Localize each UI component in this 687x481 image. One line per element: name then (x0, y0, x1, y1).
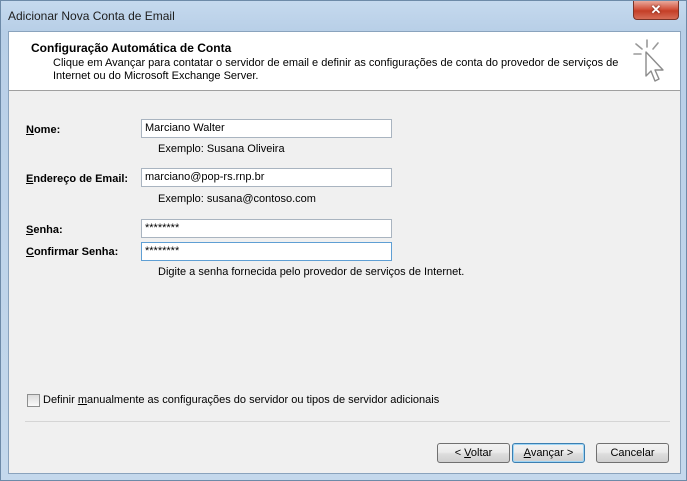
separator (25, 421, 670, 422)
name-label: Nome: (26, 124, 61, 136)
dialog-window: Adicionar Nova Conta de Email ✕ Configur… (0, 0, 687, 481)
window-title: Adicionar Nova Conta de Email (8, 9, 175, 23)
email-example: Exemplo: susana@contoso.com (158, 193, 316, 205)
password-hint: Digite a senha fornecida pelo provedor d… (158, 266, 465, 278)
password-label: Senha: (26, 224, 63, 236)
name-input[interactable]: Marciano Walter (141, 119, 392, 138)
close-button[interactable]: ✕ (633, 1, 679, 20)
password-input[interactable]: ******** (141, 219, 392, 238)
header-description: Clique em Avançar para contatar o servid… (53, 57, 619, 82)
back-button[interactable]: < Voltar (437, 443, 510, 463)
cursor-sparkle-icon (633, 39, 664, 82)
manual-config-checkbox[interactable] (27, 394, 40, 407)
name-example: Exemplo: Susana Oliveira (158, 143, 285, 155)
title-bar[interactable]: Adicionar Nova Conta de Email ✕ (1, 1, 686, 31)
confirm-password-label: Confirmar Senha: (26, 246, 119, 258)
confirm-password-input[interactable]: ******** (141, 242, 392, 261)
manual-config-label[interactable]: Definir manualmente as configurações do … (43, 394, 439, 406)
header-panel: Configuração Automática de Conta Clique … (9, 32, 680, 91)
close-icon: ✕ (650, 2, 662, 17)
header-title: Configuração Automática de Conta (31, 41, 232, 55)
email-label: Endereço de Email: (26, 173, 129, 185)
cancel-button[interactable]: Cancelar (596, 443, 669, 463)
dialog-content: Configuração Automática de Conta Clique … (8, 31, 681, 474)
email-input[interactable]: marciano@pop-rs.rnp.br (141, 168, 392, 187)
next-button[interactable]: Avançar > (512, 443, 585, 463)
